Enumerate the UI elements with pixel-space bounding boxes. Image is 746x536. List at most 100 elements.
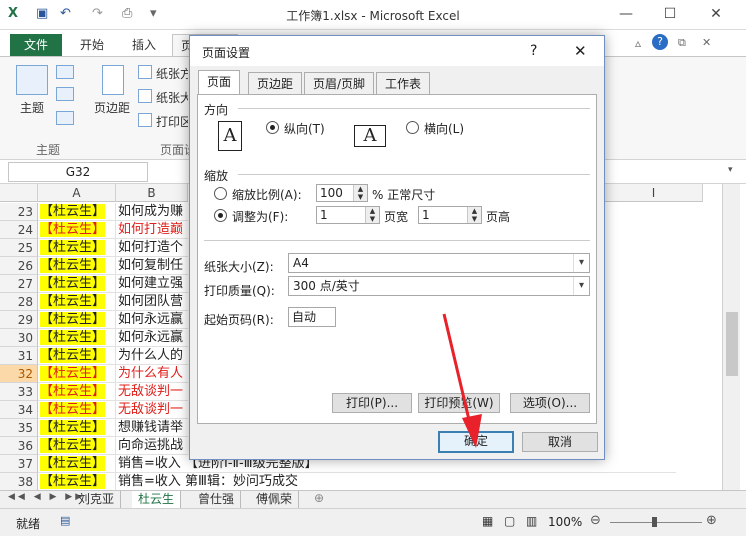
- name-box[interactable]: G32: [8, 162, 148, 182]
- vertical-scrollbar[interactable]: [722, 184, 740, 490]
- colors-icon[interactable]: [56, 65, 74, 79]
- row-header[interactable]: 38: [0, 473, 38, 491]
- column-header-a[interactable]: A: [38, 184, 116, 202]
- cell-b[interactable]: 为什么人的: [116, 347, 188, 365]
- expand-formula-icon[interactable]: ▾: [728, 165, 733, 175]
- cell-a[interactable]: 【杜云生】: [38, 203, 116, 221]
- options-button[interactable]: 选项(O)...: [510, 393, 590, 413]
- help-icon[interactable]: ?: [652, 34, 668, 50]
- dialog-close-button[interactable]: ✕: [574, 42, 587, 60]
- tab-margins[interactable]: 页边距: [248, 72, 303, 94]
- size-icon[interactable]: [138, 89, 152, 103]
- chevron-down-icon[interactable]: ▾: [573, 277, 589, 295]
- cell-b[interactable]: 如何复制任: [116, 257, 188, 275]
- fonts-icon[interactable]: [56, 87, 74, 101]
- first-page-input[interactable]: 自动: [288, 307, 336, 327]
- cell-a[interactable]: 【杜云生】: [38, 365, 116, 383]
- cell-a[interactable]: 【杜云生】: [38, 401, 116, 419]
- cell-b[interactable]: 销售=收入 第Ⅲ辑：妙问巧成交: [116, 473, 676, 491]
- row-header[interactable]: 37: [0, 455, 38, 473]
- landscape-radio[interactable]: [406, 121, 419, 134]
- row-header[interactable]: 23: [0, 203, 38, 221]
- cell-b[interactable]: 向命运挑战: [116, 437, 188, 455]
- row-header[interactable]: 34: [0, 401, 38, 419]
- row-header[interactable]: 32: [0, 365, 38, 383]
- cell-b[interactable]: 如何成为赚: [116, 203, 188, 221]
- select-all-corner[interactable]: [0, 184, 38, 202]
- cell-a[interactable]: 【杜云生】: [38, 275, 116, 293]
- row-header[interactable]: 29: [0, 311, 38, 329]
- theme-button-label[interactable]: 主题: [20, 99, 44, 116]
- sheet-tab-4[interactable]: 傅佩荣: [250, 491, 300, 508]
- cell-a[interactable]: 【杜云生】: [38, 473, 116, 491]
- column-header-i[interactable]: I: [605, 184, 703, 202]
- scale-percent-spinner[interactable]: 100 ▲ ▼: [316, 184, 368, 202]
- cell-b[interactable]: 如何打造个: [116, 239, 188, 257]
- row-header[interactable]: 28: [0, 293, 38, 311]
- cell-a[interactable]: 【杜云生】: [38, 347, 116, 365]
- row-header[interactable]: 31: [0, 347, 38, 365]
- minimize-button[interactable]: —: [612, 3, 640, 25]
- cell-b[interactable]: 无敌谈判一: [116, 401, 188, 419]
- maximize-button[interactable]: ☐: [656, 3, 684, 25]
- row-header[interactable]: 25: [0, 239, 38, 257]
- print-quality-select[interactable]: 300 点/英寸 ▾: [288, 276, 590, 296]
- close-window-button[interactable]: ✕: [702, 3, 730, 25]
- cell-b[interactable]: 为什么有人: [116, 365, 188, 383]
- chevron-down-icon[interactable]: ▾: [573, 254, 589, 272]
- orientation-label[interactable]: 纸张方向: [156, 65, 188, 82]
- macro-record-icon[interactable]: ▤: [60, 514, 70, 527]
- cell-b[interactable]: 如何永远赢: [116, 311, 188, 329]
- cell-b[interactable]: 无敌谈判一: [116, 383, 188, 401]
- tab-sheet[interactable]: 工作表: [376, 72, 431, 94]
- print-area-label[interactable]: 打印区域: [156, 113, 188, 130]
- row-header[interactable]: 36: [0, 437, 38, 455]
- row-header[interactable]: 24: [0, 221, 38, 239]
- portrait-label[interactable]: 纵向(T): [284, 120, 325, 137]
- effects-icon[interactable]: [56, 111, 74, 125]
- cell-a[interactable]: 【杜云生】: [38, 383, 116, 401]
- portrait-radio[interactable]: [266, 121, 279, 134]
- zoom-in-icon[interactable]: ⊕: [706, 513, 717, 528]
- row-header[interactable]: 26: [0, 257, 38, 275]
- fit-to-radio[interactable]: [214, 209, 227, 222]
- spinner-arrows-icon[interactable]: ▲ ▼: [467, 207, 481, 223]
- margins-icon[interactable]: [102, 65, 124, 95]
- print-button[interactable]: 打印(P)...: [332, 393, 412, 413]
- sheet-tab-3[interactable]: 曾仕强: [192, 491, 242, 508]
- adjust-to-radio[interactable]: [214, 187, 227, 200]
- zoom-level[interactable]: 100%: [548, 515, 582, 529]
- normal-view-icon[interactable]: ▦: [482, 514, 493, 528]
- cell-a[interactable]: 【杜云生】: [38, 455, 116, 473]
- pages-wide-spinner[interactable]: 1 ▲ ▼: [316, 206, 380, 224]
- cell-a[interactable]: 【杜云生】: [38, 311, 116, 329]
- new-sheet-icon[interactable]: ⊕: [314, 491, 324, 505]
- cell-a[interactable]: 【杜云生】: [38, 239, 116, 257]
- cell-a[interactable]: 【杜云生】: [38, 419, 116, 437]
- fit-to-label[interactable]: 调整为(F):: [232, 208, 288, 225]
- row-header[interactable]: 35: [0, 419, 38, 437]
- margins-label[interactable]: 页边距: [94, 99, 130, 116]
- adjust-to-label[interactable]: 缩放比例(A):: [232, 186, 302, 203]
- zoom-out-icon[interactable]: ⊖: [590, 513, 601, 528]
- restore-icon[interactable]: ⧉: [678, 36, 686, 50]
- pages-tall-spinner[interactable]: 1 ▲ ▼: [418, 206, 482, 224]
- tab-home[interactable]: 开始: [72, 34, 112, 56]
- cell-a[interactable]: 【杜云生】: [38, 329, 116, 347]
- cell-b[interactable]: 如何永远赢: [116, 329, 188, 347]
- cancel-button[interactable]: 取消: [522, 432, 598, 452]
- row-header[interactable]: 33: [0, 383, 38, 401]
- zoom-slider-thumb[interactable]: [652, 517, 657, 527]
- spinner-arrows-icon[interactable]: ▲ ▼: [365, 207, 379, 223]
- landscape-label[interactable]: 横向(L): [424, 120, 464, 137]
- ribbon-collapse-icon[interactable]: ▵: [635, 36, 641, 50]
- row-header[interactable]: 27: [0, 275, 38, 293]
- cell-a[interactable]: 【杜云生】: [38, 437, 116, 455]
- close-workbook-icon[interactable]: ✕: [702, 36, 711, 49]
- tab-insert[interactable]: 插入: [124, 34, 164, 56]
- dialog-help-button[interactable]: ?: [530, 43, 537, 59]
- sheet-tab-2[interactable]: 杜云生: [132, 491, 182, 508]
- tab-file[interactable]: 文件: [10, 34, 62, 56]
- cell-a[interactable]: 【杜云生】: [38, 293, 116, 311]
- cell-a[interactable]: 【杜云生】: [38, 257, 116, 275]
